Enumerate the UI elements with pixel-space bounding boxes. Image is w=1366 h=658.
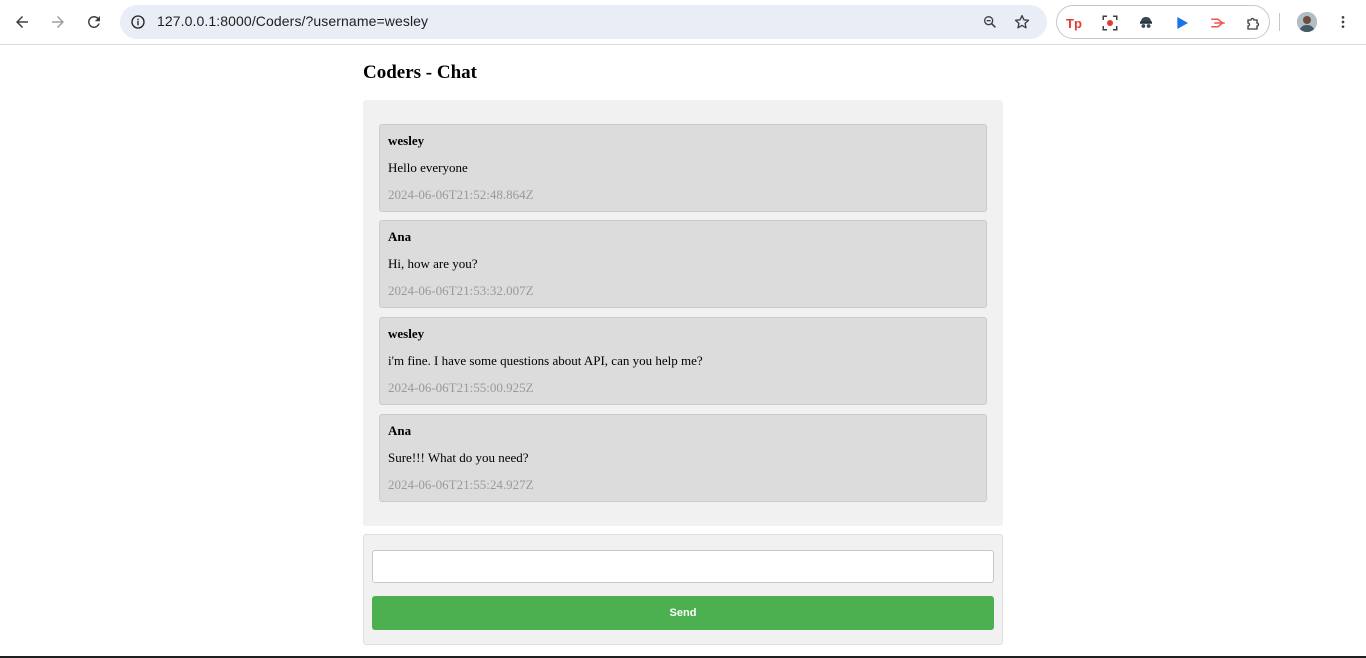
message-text: Hi, how are you?: [388, 256, 478, 271]
message-timestamp: 2024-06-06T21:55:00.925Z: [388, 380, 534, 395]
back-icon: [16, 16, 28, 28]
reload-button[interactable]: [80, 8, 108, 36]
page-title: Coders - Chat: [363, 62, 477, 83]
zoom-icon[interactable]: [980, 12, 1000, 32]
message-timestamp: 2024-06-06T21:55:24.927Z: [388, 477, 534, 492]
chat-messages-panel: wesley Hello everyone 2024-06-06T21:52:4…: [363, 100, 1003, 526]
spy-extension-icon[interactable]: [1136, 13, 1156, 33]
browser-toolbar: 127.0.0.1:8000/Coders/?username=wesley T…: [0, 0, 1366, 45]
forward-button[interactable]: [44, 8, 72, 36]
message-input[interactable]: [372, 550, 994, 583]
message-username: wesley: [388, 326, 425, 341]
screenshot-extension-icon[interactable]: [1100, 13, 1120, 33]
address-bar[interactable]: 127.0.0.1:8000/Coders/?username=wesley: [120, 5, 1047, 39]
message-username: wesley: [388, 133, 425, 148]
message-composer: Send: [363, 534, 1003, 645]
chat-message: wesley Hello everyone 2024-06-06T21:52:4…: [379, 124, 987, 212]
puzzle-extension-icon[interactable]: [1244, 13, 1264, 33]
chat-message: wesley i'm fine. I have some questions a…: [379, 317, 987, 405]
site-info-icon[interactable]: [128, 12, 148, 32]
message-timestamp: 2024-06-06T21:53:32.007Z: [388, 283, 534, 298]
profile-avatar[interactable]: [1297, 12, 1317, 32]
forward-icon: [52, 16, 64, 28]
tp-extension-icon[interactable]: Tp: [1064, 13, 1084, 33]
message-username: Ana: [388, 229, 412, 244]
url-text[interactable]: 127.0.0.1:8000/Coders/?username=wesley: [157, 13, 428, 29]
arrow-extension-icon[interactable]: [1208, 13, 1228, 33]
message-text: Hello everyone: [388, 160, 468, 175]
message-username: Ana: [388, 423, 412, 438]
chat-message: Ana Hi, how are you? 2024-06-06T21:53:32…: [379, 220, 987, 308]
play-extension-icon[interactable]: [1172, 13, 1192, 33]
more-menu-icon[interactable]: [1333, 12, 1353, 32]
chat-message: Ana Sure!!! What do you need? 2024-06-06…: [379, 414, 987, 502]
extensions-group: Tp: [1056, 5, 1270, 39]
message-timestamp: 2024-06-06T21:52:48.864Z: [388, 187, 534, 202]
reload-icon: [88, 15, 100, 28]
message-text: Sure!!! What do you need?: [388, 450, 529, 465]
message-text: i'm fine. I have some questions about AP…: [388, 353, 703, 368]
bookmark-star-icon[interactable]: [1012, 12, 1032, 32]
back-button[interactable]: [8, 8, 36, 36]
toolbar-divider: [1279, 13, 1280, 31]
send-button[interactable]: Send: [372, 596, 994, 630]
